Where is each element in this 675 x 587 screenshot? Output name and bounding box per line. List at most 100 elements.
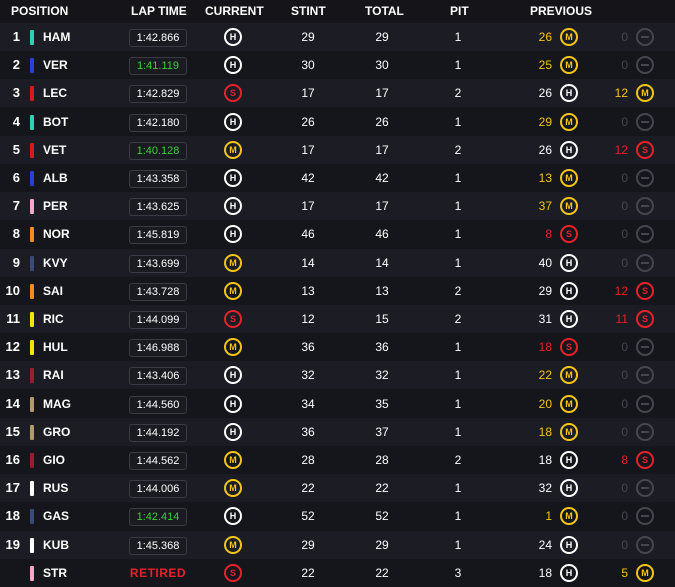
total-laps: 35: [375, 396, 389, 411]
pit-stops: 1: [454, 114, 462, 129]
lap-time: 1:43.406: [129, 367, 187, 386]
team-color-bar: [30, 227, 34, 243]
table-row[interactable]: 4 BOT 1:42.180 H 26 26 1 29 M 0: [0, 107, 675, 136]
previous-hard-tyre-icon: H: [560, 451, 578, 469]
table-row[interactable]: 7 PER 1:43.625 H 17 17 1 37 M 0: [0, 192, 675, 221]
position-number: 5: [12, 141, 20, 157]
previous-stint-laps: 32: [538, 481, 552, 496]
previous-stint-laps: 29: [538, 283, 552, 298]
previous-medium-tyre-icon: M: [560, 422, 578, 441]
team-color-bar: [30, 312, 34, 327]
previous-stint-laps: 20: [538, 396, 552, 411]
previous-stint-laps: 8: [545, 227, 552, 242]
pit-stops: 1: [454, 537, 462, 552]
total-laps: 29: [375, 30, 389, 44]
previous-2-medium-tyre-icon: M: [636, 563, 654, 582]
driver-code: VET: [43, 142, 67, 157]
previous-stint-laps: 26: [538, 86, 552, 101]
position-number: 19: [5, 536, 20, 552]
header-stint[interactable]: STINT: [291, 4, 326, 18]
pit-stops: 1: [454, 30, 462, 44]
previous-stint-laps: 18: [538, 453, 552, 467]
team-color-bar: [30, 199, 34, 215]
lap-time: 1:41.119: [129, 57, 187, 76]
table-row[interactable]: 18 GAS 1:42.414 H 52 52 1 1 M 0: [0, 502, 675, 531]
previous-stint-laps: 24: [538, 537, 552, 552]
pit-stops: 1: [454, 481, 462, 496]
table-row[interactable]: 8 NOR 1:45.819 H 46 46 1 8 S 0: [0, 220, 675, 249]
driver-code: GRO: [43, 424, 71, 439]
previous-stint-laps: 25: [538, 58, 552, 73]
previous-stint-2-laps: 0: [621, 424, 628, 439]
pit-stops: 1: [454, 340, 462, 355]
pit-stops: 1: [454, 255, 462, 270]
table-row[interactable]: 14 MAG 1:44.560 H 34 35 1 20 M 0: [0, 389, 675, 418]
total-laps: 46: [375, 227, 389, 242]
header-previous[interactable]: PREVIOUS: [530, 4, 592, 18]
previous-medium-tyre-icon: M: [560, 197, 578, 216]
table-row[interactable]: 16 GIO 1:44.562 M 28 28 2 18 H 8 S: [0, 446, 675, 474]
lap-time: 1:42.866: [129, 29, 187, 47]
stint-laps: 28: [301, 453, 315, 467]
table-row[interactable]: 17 RUS 1:44.006 M 22 22 1 32 H 0: [0, 474, 675, 503]
header-pit[interactable]: PIT: [450, 4, 469, 18]
position-number: 16: [5, 452, 20, 467]
previous-stint-2-laps: 0: [621, 171, 628, 185]
team-color-bar: [30, 565, 34, 581]
table-row[interactable]: 15 GRO 1:44.192 H 36 37 1 18 M 0: [0, 417, 675, 446]
table-row[interactable]: 3 LEC 1:42.829 S 17 17 2 26 H 12 M: [0, 79, 675, 108]
position-number: 12: [5, 339, 20, 355]
position-number: 9: [12, 254, 20, 270]
team-color-bar: [30, 340, 34, 356]
header-total[interactable]: TOTAL: [365, 4, 404, 18]
driver-code: RUS: [43, 481, 69, 496]
position-number: 18: [5, 508, 20, 524]
lap-time: 1:43.358: [129, 170, 187, 188]
current-soft-tyre-icon: S: [224, 310, 242, 328]
lap-time: 1:40.128: [129, 141, 187, 160]
current-soft-tyre-icon: S: [224, 563, 242, 582]
table-row[interactable]: 6 ALB 1:43.358 H 42 42 1 13 M 0: [0, 164, 675, 192]
header-position[interactable]: POSITION: [11, 4, 68, 18]
timing-tower: POSITION LAP TIME CURRENT STINT TOTAL PI…: [0, 0, 675, 587]
stint-laps: 12: [301, 312, 315, 326]
table-row[interactable]: 5 VET 1:40.128 M 17 17 2 26 H 12 S: [0, 135, 675, 164]
previous-2-soft-tyre-icon: S: [636, 310, 654, 328]
previous-2-soft-tyre-icon: S: [636, 281, 654, 300]
header-current[interactable]: CURRENT: [205, 4, 264, 18]
team-color-bar: [30, 509, 34, 525]
previous-2-no-tyre-icon: [636, 28, 654, 46]
driver-code: SAI: [43, 283, 64, 298]
header-lap-time[interactable]: LAP TIME: [131, 4, 187, 18]
current-hard-tyre-icon: H: [224, 169, 242, 187]
table-row[interactable]: 1 HAM 1:42.866 H 29 29 1 26 M 0: [0, 23, 675, 51]
table-row[interactable]: 10 SAI 1:43.728 M 13 13 2 29 H 12 S: [0, 276, 675, 305]
table-row[interactable]: 11 RIC 1:44.099 S 12 15 2 31 H 11 S: [0, 305, 675, 333]
table-row[interactable]: 19 KUB 1:45.368 M 29 29 1 24 H 0: [0, 530, 675, 559]
lap-time: 1:45.819: [129, 226, 187, 245]
team-color-bar: [30, 86, 34, 102]
previous-2-no-tyre-icon: [636, 56, 654, 75]
current-medium-tyre-icon: M: [224, 253, 242, 272]
table-row[interactable]: 9 KVY 1:43.699 M 14 14 1 40 H 0: [0, 248, 675, 277]
stint-laps: 13: [301, 283, 315, 298]
table-row[interactable]: 13 RAI 1:43.406 H 32 32 1 22 M 0: [0, 361, 675, 390]
pit-stops: 2: [454, 283, 462, 298]
team-color-bar: [30, 396, 34, 412]
team-color-bar: [30, 171, 34, 186]
lap-time: 1:46.988: [129, 339, 187, 358]
previous-stint-2-laps: 0: [621, 340, 628, 355]
pit-stops: 1: [454, 509, 462, 524]
total-laps: 52: [375, 509, 389, 524]
total-laps: 29: [375, 537, 389, 552]
total-laps: 26: [375, 114, 389, 129]
position-number: 7: [12, 198, 20, 214]
driver-code: NOR: [43, 227, 70, 242]
position-number: 11: [6, 311, 20, 326]
previous-stint-laps: 29: [538, 114, 552, 129]
table-row[interactable]: 12 HUL 1:46.988 M 36 36 1 18 S 0: [0, 333, 675, 362]
table-row[interactable]: 2 VER 1:41.119 H 30 30 1 25 M 0: [0, 51, 675, 80]
lap-time: 1:42.829: [129, 85, 187, 104]
previous-stint-2-laps: 0: [621, 509, 628, 524]
previous-2-no-tyre-icon: [636, 197, 654, 216]
